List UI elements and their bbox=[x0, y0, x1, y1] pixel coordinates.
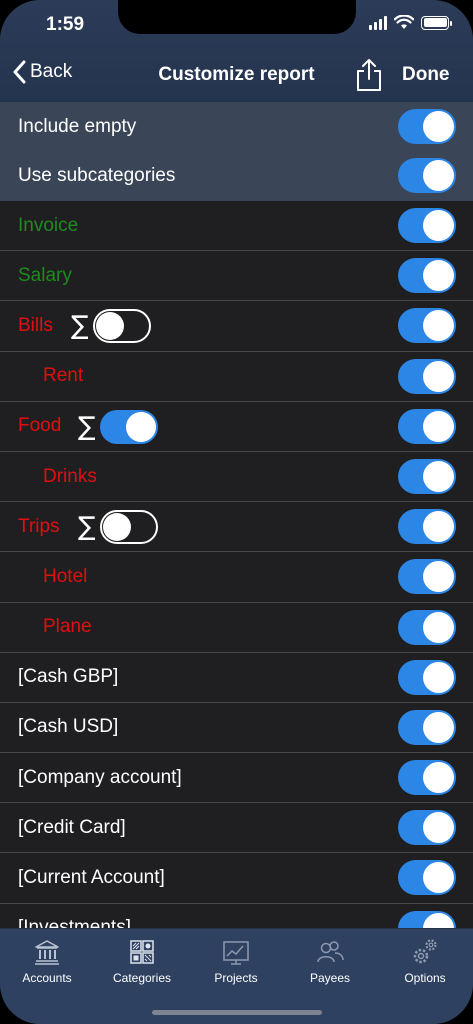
list-item: Hotel bbox=[0, 552, 473, 603]
option-use-subcategories: Use subcategories bbox=[0, 151, 473, 200]
sum-subcategories-control: ∑ bbox=[71, 309, 151, 344]
account-label: [Company account] bbox=[18, 766, 182, 788]
status-icons bbox=[369, 15, 452, 30]
category-label: Bills bbox=[18, 314, 53, 336]
list-item: Food ∑ bbox=[0, 402, 473, 452]
list-item: Salary bbox=[0, 251, 473, 302]
screen: 1:59 Back Customize report Done Include … bbox=[0, 0, 473, 1024]
list-item: Drinks bbox=[0, 452, 473, 503]
include-toggle[interactable] bbox=[398, 208, 456, 243]
people-icon bbox=[317, 941, 344, 963]
include-toggle[interactable] bbox=[398, 408, 456, 444]
account-label: [Cash GBP] bbox=[18, 666, 119, 688]
list-item: [Cash USD] bbox=[0, 703, 473, 754]
chevron-left-icon bbox=[13, 60, 26, 84]
option-label: Use subcategories bbox=[18, 164, 176, 186]
category-label: Salary bbox=[18, 264, 72, 286]
category-label: Rent bbox=[43, 365, 84, 387]
include-toggle[interactable] bbox=[398, 810, 456, 846]
list-item: [Investments] bbox=[0, 904, 473, 928]
include-toggle[interactable] bbox=[398, 358, 456, 394]
tab-bar: Accounts Categories Projects Payees Opti… bbox=[0, 928, 473, 1024]
tab-label: Payees bbox=[309, 971, 351, 985]
include-toggle[interactable] bbox=[398, 308, 456, 344]
account-label: [Current Account] bbox=[18, 867, 165, 889]
include-toggle[interactable] bbox=[398, 709, 456, 745]
tab-categories[interactable]: Categories bbox=[102, 937, 182, 985]
categories-grid-icon bbox=[130, 940, 154, 964]
back-label: Back bbox=[30, 61, 73, 82]
list-item: Rent bbox=[0, 352, 473, 402]
list-item: [Credit Card] bbox=[0, 803, 473, 854]
category-label: Plane bbox=[43, 616, 92, 638]
sum-toggle[interactable] bbox=[99, 510, 158, 545]
include-toggle[interactable] bbox=[398, 659, 456, 695]
share-button[interactable] bbox=[356, 58, 382, 92]
tab-payees[interactable]: Payees bbox=[290, 937, 370, 985]
tab-label: Options bbox=[404, 971, 446, 985]
notch bbox=[118, 0, 356, 34]
sum-icon: ∑ bbox=[78, 512, 96, 543]
bank-icon bbox=[35, 940, 59, 965]
share-icon bbox=[357, 59, 381, 91]
account-label: [Credit Card] bbox=[18, 816, 126, 838]
include-toggle[interactable] bbox=[398, 609, 456, 645]
use-subcategories-toggle[interactable] bbox=[398, 158, 456, 193]
page-title: Customize report bbox=[158, 64, 315, 85]
report-options: Include empty Use subcategories bbox=[0, 102, 473, 201]
header: 1:59 Back Customize report Done bbox=[0, 0, 473, 102]
sum-subcategories-control: ∑ bbox=[78, 510, 158, 545]
tab-label: Projects bbox=[214, 971, 258, 985]
category-label: Drinks bbox=[43, 465, 97, 487]
include-toggle[interactable] bbox=[398, 760, 456, 796]
tab-options[interactable]: Options bbox=[385, 937, 465, 985]
battery-icon bbox=[421, 15, 452, 30]
option-include-empty: Include empty bbox=[0, 102, 473, 151]
signal-icon bbox=[369, 15, 387, 30]
include-toggle[interactable] bbox=[398, 258, 456, 294]
sum-icon: ∑ bbox=[78, 411, 96, 442]
include-toggle[interactable] bbox=[398, 559, 456, 595]
home-indicator bbox=[152, 1010, 322, 1015]
category-label: Hotel bbox=[43, 565, 88, 587]
tab-label: Accounts bbox=[22, 971, 72, 985]
gears-icon bbox=[413, 939, 437, 964]
tab-projects[interactable]: Projects bbox=[196, 937, 276, 985]
list-item: [Current Account] bbox=[0, 853, 473, 904]
list-item: [Cash GBP] bbox=[0, 653, 473, 703]
include-toggle[interactable] bbox=[398, 910, 456, 928]
list-item: Plane bbox=[0, 603, 473, 653]
sum-toggle[interactable] bbox=[99, 409, 158, 444]
list-item: Trips ∑ bbox=[0, 502, 473, 553]
list-item: Bills ∑ bbox=[0, 301, 473, 352]
chart-board-icon bbox=[223, 941, 249, 965]
category-list[interactable]: Invoice Salary Bills ∑ Rent Food ∑ Drink… bbox=[0, 201, 473, 928]
include-toggle[interactable] bbox=[398, 458, 456, 494]
include-empty-toggle[interactable] bbox=[398, 109, 456, 144]
back-button[interactable]: Back bbox=[12, 60, 72, 84]
list-item: [Company account] bbox=[0, 753, 473, 804]
tab-accounts[interactable]: Accounts bbox=[7, 937, 87, 985]
sum-icon: ∑ bbox=[71, 311, 89, 342]
account-label: [Investments] bbox=[18, 917, 131, 928]
tab-label: Categories bbox=[112, 971, 172, 985]
category-label: Food bbox=[18, 415, 62, 437]
account-label: [Cash USD] bbox=[18, 716, 119, 738]
include-toggle[interactable] bbox=[398, 509, 456, 545]
wifi-icon bbox=[394, 15, 414, 29]
include-toggle[interactable] bbox=[398, 860, 456, 896]
sum-toggle[interactable] bbox=[92, 309, 151, 344]
category-label: Trips bbox=[18, 515, 60, 537]
category-label: Invoice bbox=[18, 214, 79, 236]
done-button[interactable]: Done bbox=[402, 64, 450, 86]
option-label: Include empty bbox=[18, 115, 137, 137]
list-item: Invoice bbox=[0, 201, 473, 252]
status-time: 1:59 bbox=[46, 14, 85, 35]
sum-subcategories-control: ∑ bbox=[78, 409, 158, 444]
